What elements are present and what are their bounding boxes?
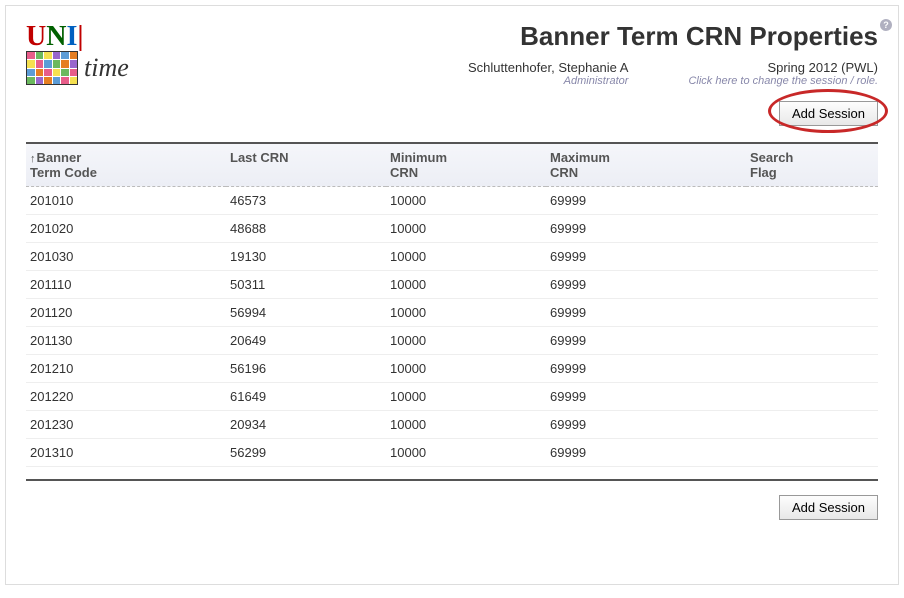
help-icon[interactable]: ? <box>880 19 892 31</box>
cell-max: 69999 <box>546 243 746 271</box>
cell-last: 56994 <box>226 299 386 327</box>
cell-term: 201030 <box>26 243 226 271</box>
col-header-max-crn[interactable]: MaximumCRN <box>546 144 746 187</box>
cell-flag <box>746 327 878 355</box>
table-row[interactable]: 201310562991000069999 <box>26 439 878 467</box>
session-name: Spring 2012 (PWL) <box>688 60 878 75</box>
cell-max: 69999 <box>546 439 746 467</box>
logo-letter-u: U <box>26 21 46 53</box>
cell-min: 10000 <box>386 243 546 271</box>
cell-term: 201020 <box>26 215 226 243</box>
table-row[interactable]: 201220616491000069999 <box>26 383 878 411</box>
cell-last: 50311 <box>226 271 386 299</box>
table-row[interactable]: 201030191301000069999 <box>26 243 878 271</box>
cell-min: 10000 <box>386 327 546 355</box>
cell-flag <box>746 299 878 327</box>
user-role-link[interactable]: Administrator <box>468 75 628 87</box>
cell-last: 20934 <box>226 411 386 439</box>
add-session-button-top[interactable]: Add Session <box>779 101 878 126</box>
cell-term: 201230 <box>26 411 226 439</box>
cell-term: 201220 <box>26 383 226 411</box>
cell-last: 19130 <box>226 243 386 271</box>
table-row[interactable]: 201010465731000069999 <box>26 187 878 215</box>
cell-term: 201310 <box>26 439 226 467</box>
table-row[interactable]: 201110503111000069999 <box>26 271 878 299</box>
cell-flag <box>746 439 878 467</box>
crn-properties-table: ↑BannerTerm Code Last CRN MinimumCRN Max… <box>26 144 878 467</box>
logo-letter-i: I <box>66 21 77 53</box>
cell-last: 56299 <box>226 439 386 467</box>
cell-term: 201210 <box>26 355 226 383</box>
cell-last: 20649 <box>226 327 386 355</box>
cell-max: 69999 <box>546 411 746 439</box>
cell-last: 61649 <box>226 383 386 411</box>
cell-flag <box>746 187 878 215</box>
logo-letter-n: N <box>46 21 66 53</box>
table-row[interactable]: 201130206491000069999 <box>26 327 878 355</box>
cell-last: 46573 <box>226 187 386 215</box>
col-header-search-flag[interactable]: SearchFlag <box>746 144 878 187</box>
table-row[interactable]: 201120569941000069999 <box>26 299 878 327</box>
change-session-link[interactable]: Click here to change the session / role. <box>688 75 878 87</box>
cell-min: 10000 <box>386 411 546 439</box>
cell-term: 201130 <box>26 327 226 355</box>
cell-flag <box>746 271 878 299</box>
cell-flag <box>746 355 878 383</box>
cell-min: 10000 <box>386 187 546 215</box>
cell-max: 69999 <box>546 299 746 327</box>
cell-last: 56196 <box>226 355 386 383</box>
cell-min: 10000 <box>386 355 546 383</box>
cell-max: 69999 <box>546 383 746 411</box>
cell-min: 10000 <box>386 299 546 327</box>
cell-term: 201110 <box>26 271 226 299</box>
cell-last: 48688 <box>226 215 386 243</box>
page-title: Banner Term CRN Properties ? <box>520 21 878 52</box>
cell-max: 69999 <box>546 187 746 215</box>
table-row[interactable]: 201210561961000069999 <box>26 355 878 383</box>
cell-max: 69999 <box>546 215 746 243</box>
cell-max: 69999 <box>546 327 746 355</box>
add-session-button-bottom[interactable]: Add Session <box>779 495 878 520</box>
cell-flag <box>746 215 878 243</box>
col-header-min-crn[interactable]: MinimumCRN <box>386 144 546 187</box>
bottom-divider <box>26 479 878 481</box>
col-header-last-crn[interactable]: Last CRN <box>226 144 386 187</box>
col-header-term-code[interactable]: ↑BannerTerm Code <box>26 144 226 187</box>
user-name: Schluttenhofer, Stephanie A <box>468 60 628 75</box>
cell-min: 10000 <box>386 215 546 243</box>
logo-grid-icon <box>26 51 78 85</box>
cell-flag <box>746 243 878 271</box>
sort-ascending-icon: ↑ <box>30 153 36 165</box>
app-logo: U N I | time <box>26 21 129 85</box>
cell-flag <box>746 411 878 439</box>
cell-term: 201120 <box>26 299 226 327</box>
logo-bar: | <box>77 21 83 53</box>
cell-max: 69999 <box>546 355 746 383</box>
cell-flag <box>746 383 878 411</box>
cell-min: 10000 <box>386 439 546 467</box>
cell-max: 69999 <box>546 271 746 299</box>
table-row[interactable]: 201230209341000069999 <box>26 411 878 439</box>
table-row[interactable]: 201020486881000069999 <box>26 215 878 243</box>
cell-term: 201010 <box>26 187 226 215</box>
cell-min: 10000 <box>386 271 546 299</box>
cell-min: 10000 <box>386 383 546 411</box>
logo-time-text: time <box>84 53 129 83</box>
